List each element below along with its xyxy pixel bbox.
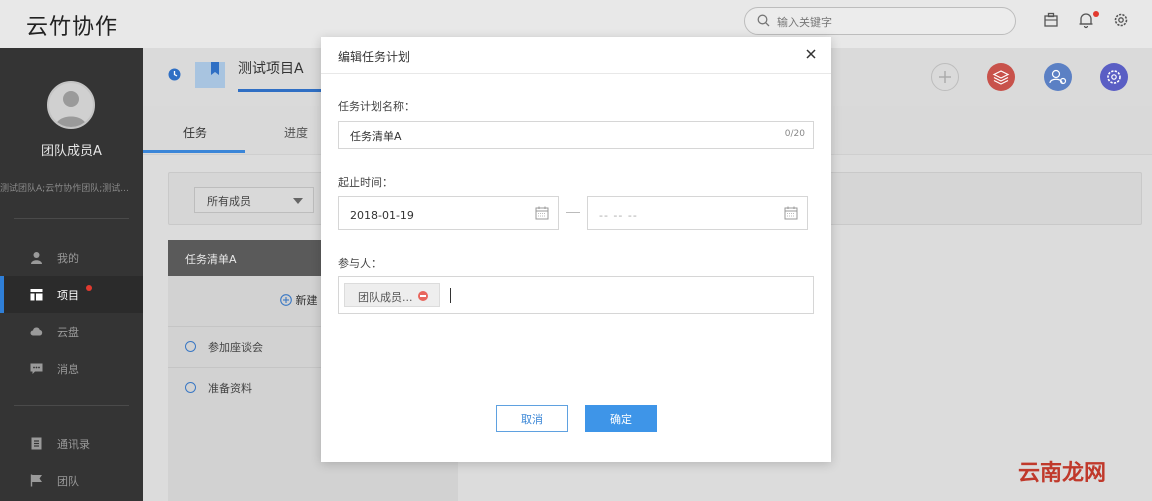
new-task-button[interactable]: 新建 <box>280 292 318 308</box>
members-button[interactable] <box>1044 63 1072 91</box>
notification-badge <box>1093 11 1099 17</box>
sidebar-item-team[interactable]: 团队 <box>0 462 143 499</box>
user-name: 团队成员A <box>41 144 102 159</box>
participant-chip: 团队成员... <box>344 283 440 307</box>
member-select-value: 所有成员 <box>207 195 251 208</box>
participants-label: 参与人： <box>338 257 382 270</box>
tab-tasks[interactable]: 任务 <box>183 124 207 141</box>
person-icon <box>31 252 42 264</box>
sidebar-item-label: 云盘 <box>57 326 79 339</box>
layers-button[interactable] <box>987 63 1015 91</box>
user-silhouette-icon <box>55 91 87 127</box>
calendar-icon[interactable] <box>535 206 549 220</box>
clock-icon[interactable] <box>168 68 181 81</box>
search-icon <box>757 14 770 27</box>
sidebar: 团队成员A 测试团队A;云竹协作团队;测试... 我的 项目 云盘 消息 通讯录… <box>0 48 143 501</box>
flag-icon <box>30 474 42 487</box>
add-circle-icon <box>280 294 292 306</box>
plan-name-input[interactable] <box>348 126 772 146</box>
confirm-button[interactable]: 确定 <box>585 405 657 432</box>
char-counter: 0/20 <box>784 129 805 139</box>
project-badge <box>86 285 92 291</box>
task-label: 准备资料 <box>208 382 252 395</box>
active-tab-underline <box>143 150 245 153</box>
chevron-down-icon <box>293 198 303 204</box>
sidebar-item-contacts[interactable]: 通讯录 <box>0 425 143 462</box>
sidebar-item-label: 我的 <box>57 252 79 265</box>
contacts-icon <box>31 437 42 450</box>
avatar[interactable] <box>47 81 95 129</box>
edit-task-plan-dialog: 编辑任务计划 任务计划名称： 0/20 起止时间： 参与人： 团队成员... <box>321 37 831 462</box>
cancel-button[interactable]: 取消 <box>496 405 568 432</box>
member-select[interactable]: 所有成员 <box>194 187 314 213</box>
user-teams: 测试团队A;云竹协作团队;测试... <box>0 184 129 194</box>
gear-icon[interactable] <box>1112 11 1130 29</box>
active-indicator <box>0 276 4 313</box>
task-label: 参加座谈会 <box>208 341 263 354</box>
dialog-title: 编辑任务计划 <box>338 50 411 64</box>
search-box[interactable] <box>744 7 1016 35</box>
new-task-label: 新建 <box>295 294 318 307</box>
sidebar-item-mine[interactable]: 我的 <box>0 239 143 276</box>
search-input[interactable] <box>775 11 999 33</box>
sidebar-divider <box>14 218 129 219</box>
watermark: 云南龙网 <box>1018 461 1107 486</box>
project-name[interactable]: 测试项目A <box>238 58 304 78</box>
project-progress-underline <box>238 89 328 92</box>
sidebar-divider <box>14 405 129 406</box>
dialog-divider <box>321 73 831 74</box>
remove-participant-icon[interactable] <box>418 291 428 301</box>
layers-icon <box>992 70 1010 85</box>
sidebar-item-label: 团队 <box>57 475 79 488</box>
app-title: 云竹协作 <box>26 15 119 40</box>
task-list-title: 任务清单A <box>185 253 237 266</box>
close-icon[interactable] <box>803 46 819 62</box>
start-date-input[interactable] <box>348 205 502 225</box>
text-cursor <box>450 288 451 303</box>
sidebar-item-label: 通讯录 <box>57 438 90 451</box>
end-date-field[interactable] <box>587 196 808 230</box>
project-cover-icon <box>195 62 225 88</box>
members-icon <box>1049 69 1067 85</box>
cloud-icon <box>30 327 43 336</box>
start-date-field[interactable] <box>338 196 559 230</box>
task-checkbox[interactable] <box>185 382 196 393</box>
add-button[interactable] <box>931 63 959 91</box>
sidebar-item-label: 项目 <box>57 289 79 302</box>
date-range-label: 起止时间： <box>338 176 393 189</box>
plus-icon <box>939 71 951 83</box>
calendar-icon[interactable] <box>784 206 798 220</box>
plan-name-field[interactable]: 0/20 <box>338 121 814 149</box>
date-range-separator <box>566 212 580 213</box>
briefcase-icon[interactable] <box>1042 11 1060 29</box>
sidebar-item-project[interactable]: 项目 <box>0 276 143 313</box>
tab-progress[interactable]: 进度 <box>284 124 308 141</box>
gear-icon <box>1107 70 1121 84</box>
participant-chip-label: 团队成员... <box>358 291 413 304</box>
message-icon <box>30 363 43 374</box>
sidebar-item-cloud[interactable]: 云盘 <box>0 313 143 350</box>
sidebar-item-label: 消息 <box>57 363 79 376</box>
end-date-input[interactable] <box>597 205 751 225</box>
task-checkbox[interactable] <box>185 341 196 352</box>
project-icon <box>30 289 43 301</box>
participants-field[interactable]: 团队成员... <box>338 276 814 314</box>
sidebar-item-messages[interactable]: 消息 <box>0 350 143 387</box>
plan-name-label: 任务计划名称： <box>338 100 415 113</box>
settings-button[interactable] <box>1100 63 1128 91</box>
